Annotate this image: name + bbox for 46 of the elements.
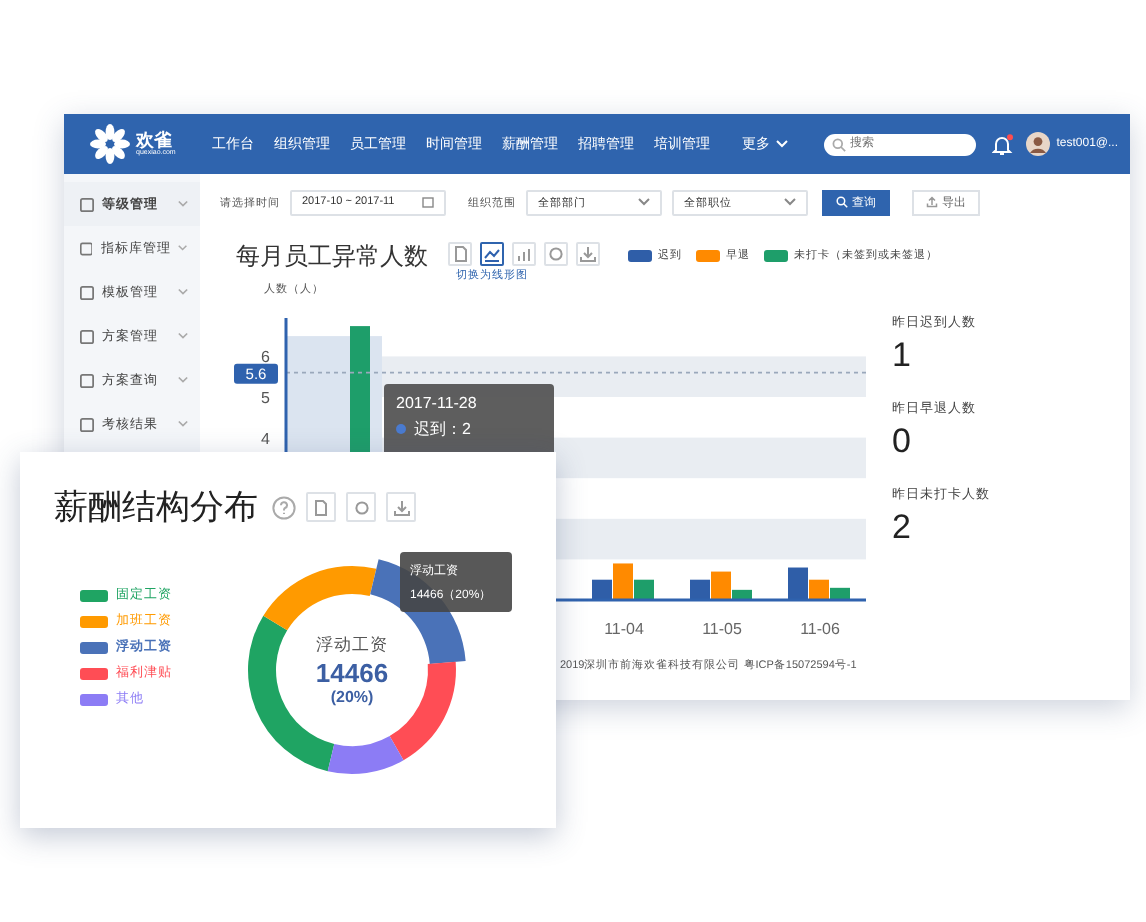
download-icon xyxy=(580,246,596,262)
caret-icon xyxy=(776,140,788,148)
bell-icon[interactable] xyxy=(992,133,1015,155)
avatar-icon[interactable] xyxy=(1026,132,1051,156)
download-icon-button[interactable] xyxy=(386,492,416,522)
download-icon xyxy=(393,499,409,515)
chevron-down-icon xyxy=(178,420,188,428)
bar-chart-icon xyxy=(516,247,532,261)
download-icon-button[interactable] xyxy=(576,242,600,266)
center-label: 浮动工资 xyxy=(316,634,388,658)
chevron-down-icon xyxy=(178,332,188,340)
refresh-icon-button[interactable] xyxy=(346,492,376,522)
x-tick-label: 11-04 xyxy=(604,620,644,638)
y-tick-label: 6 xyxy=(261,348,270,367)
refresh-icon-button[interactable] xyxy=(544,242,568,266)
card-title: 薪酬结构分布 xyxy=(54,486,258,530)
chevron-down-icon xyxy=(638,198,650,206)
chevron-down-icon xyxy=(178,288,188,296)
flower-logo-icon xyxy=(88,122,132,166)
stat-value: 0 xyxy=(892,422,913,462)
stat-value: 1 xyxy=(892,336,913,376)
y-tick-label: 5 xyxy=(261,389,270,407)
x-tick-label: 11-06 xyxy=(800,620,840,638)
center-percent: (20%) xyxy=(330,688,374,706)
chevron-down-icon xyxy=(178,376,188,384)
logo-text: 欢雀 xyxy=(136,131,172,150)
help-icon[interactable] xyxy=(272,495,296,519)
line-chart-toggle-button[interactable] xyxy=(480,242,504,266)
tooltip-text: 迟到：2 xyxy=(414,418,471,440)
search-icon xyxy=(832,137,847,151)
chevron-down-icon xyxy=(178,244,188,252)
upload-icon xyxy=(926,196,938,208)
stat-value: 2 xyxy=(892,508,913,548)
chart-title: 每月员工异常人数 xyxy=(236,242,428,270)
search-icon xyxy=(836,196,848,208)
bar-chart-icon-button[interactable] xyxy=(512,242,536,266)
line-chart-icon xyxy=(484,247,500,261)
chevron-down-icon xyxy=(784,198,796,206)
document-icon-button[interactable] xyxy=(306,492,336,522)
bar xyxy=(690,579,710,600)
center-value: 14466 xyxy=(315,658,389,688)
document-icon-button[interactable] xyxy=(448,242,472,266)
chevron-down-icon xyxy=(178,200,188,208)
x-tick-label: 11-05 xyxy=(702,620,742,638)
y-tick-label: 4 xyxy=(261,429,270,448)
tooltip-date: 2017-11-28 xyxy=(396,394,479,412)
